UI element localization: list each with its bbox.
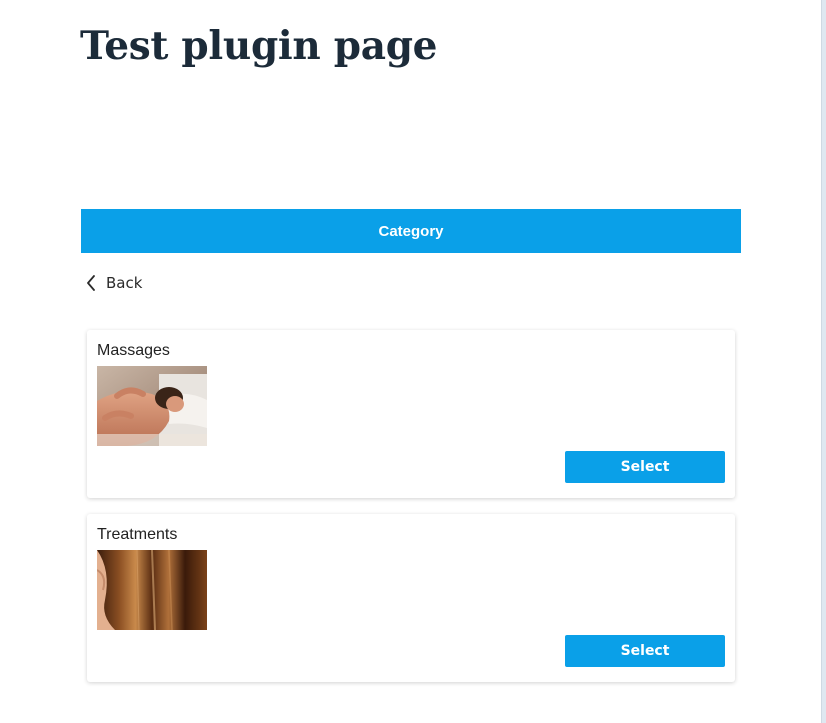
back-label: Back [106,274,143,292]
select-button-treatments[interactable]: Select [565,635,725,667]
page-scroll-edge [821,0,826,723]
category-name: Treatments [97,526,178,543]
chevron-left-icon [86,275,96,291]
category-card-massages: Massages Select [87,330,735,498]
category-image-massages [97,366,207,446]
back-link[interactable]: Back [86,272,142,294]
category-header: Category [81,209,741,253]
category-name: Massages [97,342,170,359]
category-card-treatments: Treatments Select [87,514,735,682]
page-title: Test plugin page [80,23,438,69]
select-button-massages[interactable]: Select [565,451,725,483]
category-header-title: Category [378,222,444,240]
category-image-treatments [97,550,207,630]
